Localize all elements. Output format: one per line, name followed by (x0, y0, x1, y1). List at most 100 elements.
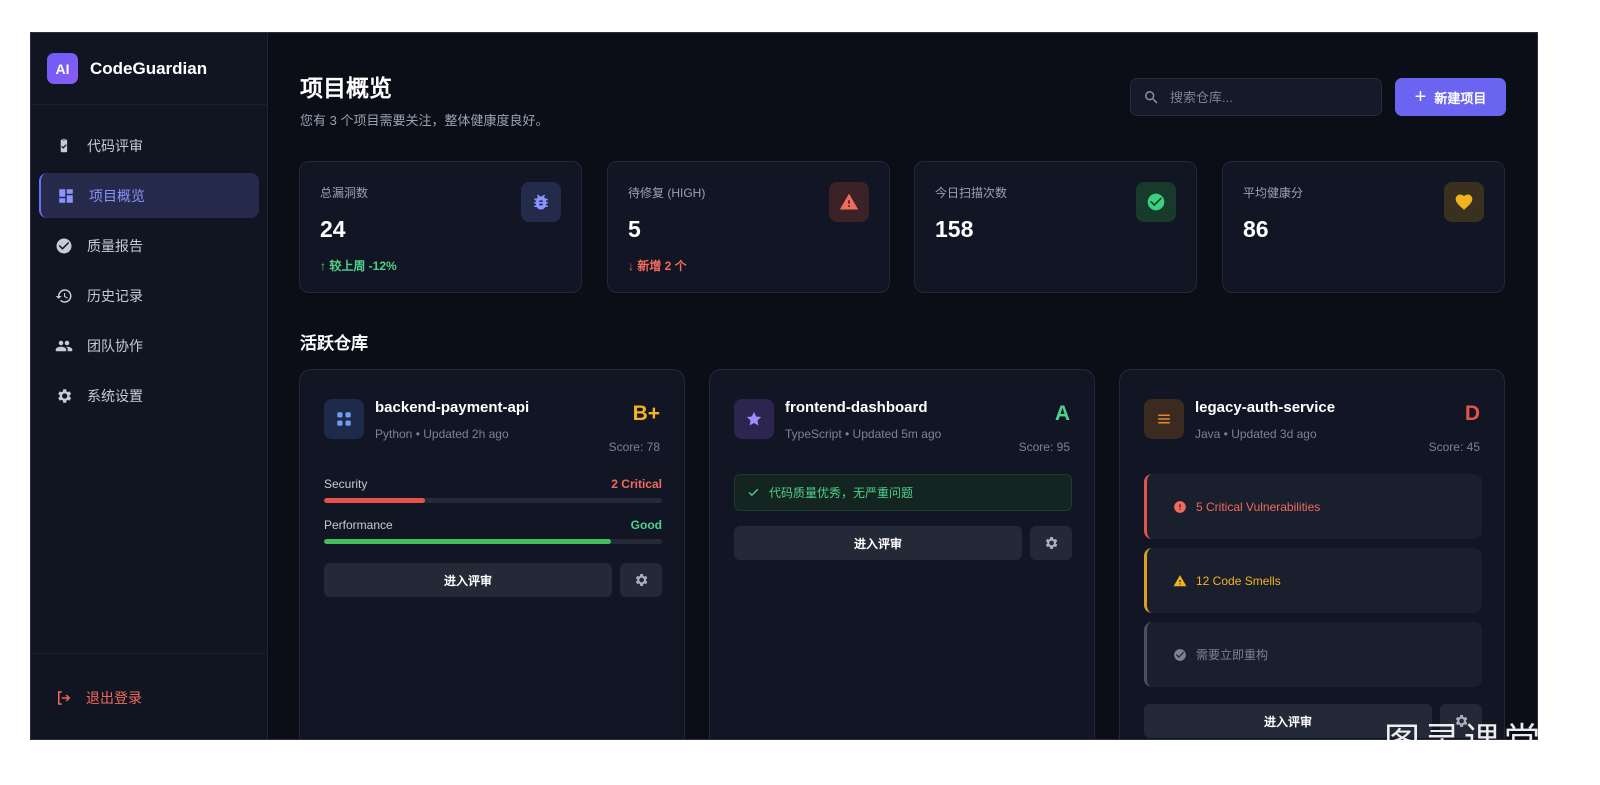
sidebar-item-code-review[interactable]: 代码评审 (39, 123, 259, 168)
alert-critical-vulnerabilities[interactable]: 5 Critical Vulnerabilities (1144, 474, 1482, 539)
warning-icon (1173, 574, 1187, 586)
stat-label: 待修复 (HIGH) (628, 186, 706, 200)
repo-name[interactable]: frontend-dashboard (785, 399, 928, 416)
sidebar: AI CodeGuardian 代码评审 项目概览 质量报告 历史记录 团队协作… (31, 33, 268, 739)
logout-label: 退出登录 (86, 689, 142, 706)
enter-review-button[interactable]: 进入评审 (324, 563, 612, 597)
new-project-button[interactable]: + 新建项目 (1395, 78, 1506, 116)
bug-icon (521, 182, 561, 222)
sidebar-item-settings[interactable]: 系统设置 (39, 373, 259, 418)
error-icon (1174, 500, 1186, 513)
sidebar-item-label: 历史记录 (87, 287, 143, 304)
sidebar-item-label: 团队协作 (87, 337, 143, 354)
metric-performance: Performance Good (324, 518, 662, 544)
arrow-up-icon: ↑ (320, 259, 326, 273)
progress-bar-security (324, 498, 662, 503)
repo-grade: D (1464, 402, 1480, 425)
repo-grade: B+ (632, 402, 660, 425)
page-title: 项目概览 (300, 75, 392, 101)
sidebar-item-label: 系统设置 (87, 387, 143, 404)
checkmark-icon (748, 488, 759, 497)
brand-name: CodeGuardian (90, 58, 208, 78)
sidebar-item-label: 代码评审 (87, 137, 143, 154)
arrow-down-icon: ↓ (628, 259, 634, 273)
search-input[interactable] (1170, 89, 1370, 105)
repo-name[interactable]: legacy-auth-service (1195, 399, 1335, 416)
sidebar-item-history[interactable]: 历史记录 (39, 273, 259, 318)
repo-card-frontend-dashboard[interactable]: frontend-dashboard TypeScript • Updated … (709, 369, 1095, 739)
stat-card-avg-health: 平均健康分 86 (1222, 161, 1505, 293)
grid-icon (324, 399, 364, 439)
metric-label: Security (324, 477, 368, 491)
search-icon (1145, 90, 1158, 104)
repo-meta: Python • Updated 2h ago (375, 427, 509, 441)
stat-card-total-vulns: 总漏洞数 24 ↑ 较上周 -12% (299, 161, 582, 293)
check-circle-icon (1136, 182, 1176, 222)
metric-security: Security 2 Critical (324, 477, 662, 503)
sidebar-item-quality-report[interactable]: 质量报告 (39, 223, 259, 268)
repo-grade: A (1054, 402, 1070, 425)
gear-icon (1045, 537, 1058, 549)
brand-logo: AI (47, 53, 78, 84)
stat-label: 平均健康分 (1243, 186, 1304, 200)
sidebar-item-project-overview[interactable]: 项目概览 (39, 173, 259, 218)
repo-score: Score: 95 (1018, 440, 1070, 454)
alert-text: 5 Critical Vulnerabilities (1196, 499, 1321, 514)
page-subtitle: 您有 3 个项目需要关注，整体健康度良好。 (300, 113, 549, 128)
stat-label: 今日扫描次数 (935, 186, 1008, 200)
progress-fill (324, 498, 426, 503)
alert-text: 12 Code Smells (1196, 573, 1281, 588)
check-circle-icon (1174, 648, 1186, 661)
sidebar-nav: 代码评审 项目概览 质量报告 历史记录 团队协作 系统设置 (31, 105, 267, 418)
new-project-label: 新建项目 (1434, 90, 1487, 106)
alert-code-smells[interactable]: 12 Code Smells (1144, 548, 1482, 613)
stat-value: 24 (320, 216, 346, 242)
heart-icon (1444, 182, 1484, 222)
metric-status: 2 Critical (611, 477, 662, 491)
stat-value: 158 (935, 216, 974, 242)
warning-icon (829, 182, 869, 222)
metric-label: Performance (324, 518, 393, 532)
repo-meta: TypeScript • Updated 5m ago (785, 427, 942, 441)
stat-delta-text: 新增 2 个 (637, 259, 687, 273)
logout-button[interactable]: 退出登录 (31, 653, 267, 739)
stat-label: 总漏洞数 (320, 186, 369, 200)
clipboard-check-icon (55, 137, 73, 155)
list-icon (1144, 399, 1184, 439)
group-icon (55, 337, 73, 355)
section-title-active-repos: 活跃仓库 (300, 334, 368, 353)
repo-score: Score: 45 (1428, 440, 1480, 454)
sidebar-item-team[interactable]: 团队协作 (39, 323, 259, 368)
repo-card-legacy-auth-service[interactable]: legacy-auth-service Java • Updated 3d ag… (1119, 369, 1505, 739)
sidebar-item-label: 项目概览 (89, 187, 145, 204)
repo-name[interactable]: backend-payment-api (375, 399, 529, 416)
app-window: AI CodeGuardian 代码评审 项目概览 质量报告 历史记录 团队协作… (30, 32, 1538, 740)
stat-value: 86 (1243, 216, 1269, 242)
search-box[interactable] (1130, 78, 1382, 116)
check-circle-icon (55, 237, 73, 255)
enter-review-button[interactable]: 进入评审 (734, 526, 1022, 560)
stat-delta-text: 较上周 -12% (329, 259, 397, 273)
main-content: 项目概览 您有 3 个项目需要关注，整体健康度良好。 + 新建项目 总漏洞数 2… (268, 33, 1537, 739)
progress-bar-performance (324, 539, 662, 544)
plus-icon: + (1414, 86, 1427, 108)
gear-icon (635, 574, 648, 586)
stat-card-high-pending: 待修复 (HIGH) 5 ↓ 新增 2 个 (607, 161, 890, 293)
star-icon (734, 399, 774, 439)
brand[interactable]: AI CodeGuardian (31, 33, 267, 105)
repo-meta: Java • Updated 3d ago (1195, 427, 1317, 441)
repo-card-backend-payment-api[interactable]: backend-payment-api Python • Updated 2h … (299, 369, 685, 739)
sidebar-item-label: 质量报告 (87, 237, 143, 254)
logout-icon (58, 690, 71, 705)
repo-settings-button[interactable] (620, 563, 662, 597)
watermark: 图灵课堂 (1384, 721, 1545, 762)
metric-status: Good (630, 518, 662, 532)
alert-refactor-needed[interactable]: 需要立即重构 (1144, 622, 1482, 687)
stat-delta: ↑ 较上周 -12% (320, 257, 397, 274)
quality-note-text: 代码质量优秀，无严重问题 (769, 486, 914, 500)
progress-fill (324, 539, 612, 544)
history-icon (55, 287, 73, 305)
stat-value: 5 (628, 216, 641, 242)
repo-score: Score: 78 (608, 440, 660, 454)
repo-settings-button[interactable] (1030, 526, 1072, 560)
